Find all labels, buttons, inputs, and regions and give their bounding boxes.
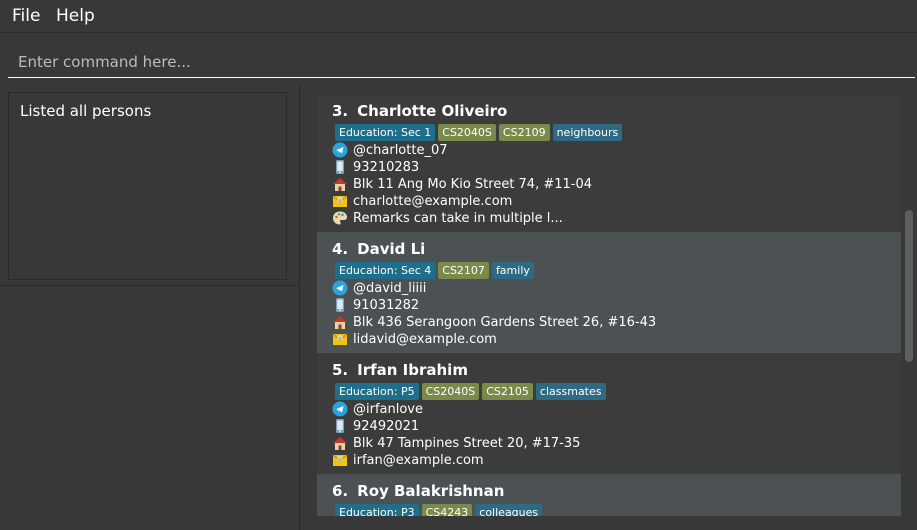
- tag-row: Education: Sec 1 CS2040S CS2109 neighbours: [332, 124, 623, 142]
- phone-icon: [336, 419, 344, 433]
- house-icon: [333, 316, 347, 329]
- module-tag: CS2107: [438, 262, 489, 279]
- tag-row: Education: P3 CS4243 colleagues: [332, 504, 543, 516]
- email-icon: @: [332, 454, 348, 466]
- module-tag: CS2105: [482, 383, 533, 400]
- result-message: Listed all persons: [20, 102, 152, 120]
- telegram-icon: [332, 142, 348, 158]
- phone-icon: [336, 298, 344, 312]
- scrollbar-thumb[interactable]: [905, 210, 913, 362]
- education-tag: Education: Sec 1: [335, 124, 436, 141]
- module-tag: CS2109: [498, 124, 550, 141]
- pane-divider: [0, 285, 299, 286]
- person-list[interactable]: 3. Charlotte Oliveiro Education: Sec 1 CS2…: [317, 96, 901, 516]
- result-display: Listed all persons: [8, 92, 287, 280]
- email-icon: @: [332, 333, 348, 345]
- command-box: [0, 34, 917, 84]
- palette-icon: [333, 211, 347, 225]
- telegram-icon: [332, 401, 348, 417]
- person-card[interactable]: 5. Irfan Ibrahim Education: P5 CS2040S CS21…: [317, 353, 901, 474]
- person-card[interactable]: 6. Roy Balakrishnan Education: P3 CS4243 co…: [317, 474, 901, 516]
- module-tag: CS2040S: [421, 383, 480, 400]
- list-scrollbar[interactable]: [903, 96, 913, 516]
- menu-help[interactable]: Help: [56, 6, 95, 26]
- split-divider[interactable]: [299, 84, 307, 530]
- tag-row: Education: P5 CS2040S CS2105 classmates: [332, 383, 606, 401]
- svg-text:@: @: [338, 336, 343, 342]
- house-icon: [333, 437, 347, 450]
- group-tag: family: [491, 262, 534, 279]
- command-input[interactable]: [8, 46, 915, 78]
- svg-text:@: @: [338, 198, 343, 204]
- person-card[interactable]: 3. Charlotte Oliveiro Education: Sec 1 CS2…: [317, 96, 901, 232]
- person-name: 5. Irfan Ibrahim: [332, 361, 468, 379]
- telegram-icon: [332, 280, 348, 296]
- phone-icon: [336, 160, 344, 174]
- tag-row: Education: Sec 4 CS2107 family: [332, 262, 534, 280]
- svg-text:@: @: [338, 457, 343, 463]
- education-tag: Education: Sec 4: [335, 262, 436, 279]
- person-name: 4. David Li: [332, 240, 426, 258]
- group-tag: neighbours: [552, 124, 623, 141]
- module-tag: CS2040S: [438, 124, 496, 141]
- education-tag: Education: P5: [335, 383, 419, 400]
- group-tag: classmates: [535, 383, 606, 400]
- person-card-selected[interactable]: 4. David Li Education: Sec 4 CS2107 family …: [317, 232, 901, 353]
- group-tag: colleagues: [475, 504, 543, 516]
- menu-file[interactable]: File: [12, 6, 40, 26]
- module-tag: CS4243: [421, 504, 473, 516]
- education-tag: Education: P3: [335, 504, 419, 516]
- result-pane: Listed all persons: [0, 84, 299, 530]
- email-icon: @: [332, 195, 348, 207]
- person-name: 3. Charlotte Oliveiro: [332, 102, 508, 120]
- menu-bar: File Help: [0, 0, 917, 33]
- person-list-panel: 3. Charlotte Oliveiro Education: Sec 1 CS2…: [307, 84, 917, 530]
- house-icon: [333, 178, 347, 191]
- person-name: 6. Roy Balakrishnan: [332, 482, 505, 500]
